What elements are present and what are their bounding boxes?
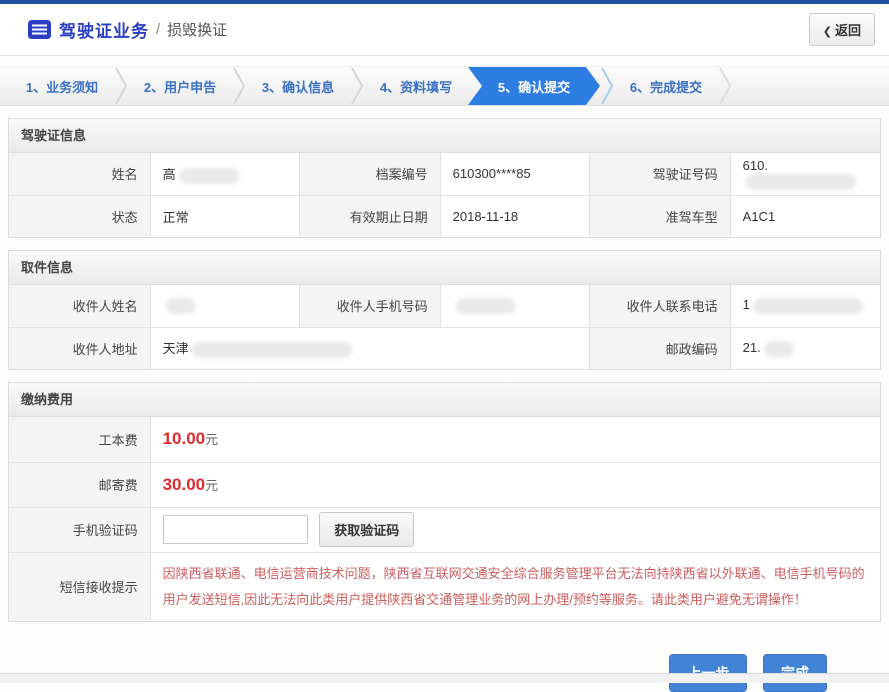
chevron-separator-icon xyxy=(350,67,364,105)
step-3-confirm-info[interactable]: 3、确认信息 xyxy=(246,67,350,105)
bottom-strip xyxy=(0,673,889,683)
recipient-address-value: 天津 xyxy=(150,327,589,369)
valid-until-value: 2018-11-18 xyxy=(440,195,589,237)
valid-until-label: 有效期止日期 xyxy=(299,195,440,237)
status-label: 状态 xyxy=(9,195,150,237)
table-row: 状态 正常 有效期止日期 2018-11-18 准驾车型 A1C1 xyxy=(9,195,880,237)
redacted-value xyxy=(764,341,794,357)
recipient-address-label: 收件人地址 xyxy=(9,327,150,369)
license-no-label: 驾驶证号码 xyxy=(589,153,730,195)
sms-note-cell: 因陕西省联通、电信运营商技术问题，陕西省互联网交通安全综合服务管理平台无法向持陕… xyxy=(150,552,880,621)
step-4-fill-data[interactable]: 4、资料填写 xyxy=(364,67,468,105)
table-row: 短信接收提示 因陕西省联通、电信运营商技术问题，陕西省互联网交通安全综合服务管理… xyxy=(9,552,880,621)
postcode-value: 21. xyxy=(730,327,880,369)
fee-amount: 10.00 xyxy=(163,429,206,448)
fee-unit: 元 xyxy=(205,478,218,493)
license-info-title: 驾驶证信息 xyxy=(9,119,880,153)
redacted-value xyxy=(753,298,863,314)
recipient-name-label: 收件人姓名 xyxy=(9,285,150,327)
table-row: 手机验证码 获取验证码 xyxy=(9,507,880,552)
chevron-separator-icon xyxy=(600,67,614,105)
fees-table: 工本费 10.00元 邮寄费 30.00元 手机验证码 获取验证码 短信接收提示… xyxy=(9,417,880,621)
license-no-value: 610. xyxy=(730,153,880,195)
file-no-value: 610300****85 xyxy=(440,153,589,195)
pickup-info-section: 取件信息 收件人姓名 收件人手机号码 收件人联系电话 1 收件人地址 天津 邮政… xyxy=(8,250,881,370)
chevron-separator-icon xyxy=(114,67,128,105)
recipient-mobile-value xyxy=(440,285,589,327)
table-row: 收件人地址 天津 邮政编码 21. xyxy=(9,327,880,369)
production-fee-value: 10.00元 xyxy=(150,417,880,462)
license-list-icon xyxy=(28,20,51,39)
sms-code-label: 手机验证码 xyxy=(9,507,150,552)
chevron-left-icon: ❮ xyxy=(823,26,832,38)
vehicle-class-value: A1C1 xyxy=(730,195,880,237)
file-no-label: 档案编号 xyxy=(299,153,440,195)
sms-code-cell: 获取验证码 xyxy=(150,507,880,552)
step-5-confirm-submit-active[interactable]: 5、确认提交 xyxy=(468,67,600,105)
breadcrumb-separator: / xyxy=(156,21,160,38)
fees-title: 缴纳费用 xyxy=(9,383,880,417)
pickup-info-table: 收件人姓名 收件人手机号码 收件人联系电话 1 收件人地址 天津 邮政编码 21… xyxy=(9,285,880,369)
recipient-phone-label: 收件人联系电话 xyxy=(589,285,730,327)
license-info-section: 驾驶证信息 姓名 高 档案编号 610300****85 驾驶证号码 610. … xyxy=(8,118,881,238)
back-button[interactable]: ❮返回 xyxy=(809,13,875,46)
license-info-table: 姓名 高 档案编号 610300****85 驾驶证号码 610. 状态 正常 … xyxy=(9,153,880,237)
vehicle-class-label: 准驾车型 xyxy=(589,195,730,237)
table-row: 收件人姓名 收件人手机号码 收件人联系电话 1 xyxy=(9,285,880,327)
fee-unit: 元 xyxy=(205,432,218,447)
breadcrumb-current: 损毁换证 xyxy=(167,19,227,40)
fees-section: 缴纳费用 工本费 10.00元 邮寄费 30.00元 手机验证码 获取验证码 短… xyxy=(8,382,881,622)
step-1-business-notice[interactable]: 1、业务须知 xyxy=(10,67,114,105)
recipient-name-value xyxy=(150,285,299,327)
sms-code-input[interactable] xyxy=(163,515,308,544)
page-title: 驾驶证业务 xyxy=(59,17,149,42)
name-label: 姓名 xyxy=(9,153,150,195)
page-header: 驾驶证业务 / 损毁换证 ❮返回 xyxy=(0,4,889,56)
status-value: 正常 xyxy=(150,195,299,237)
production-fee-label: 工本费 xyxy=(9,417,150,462)
postage-fee-label: 邮寄费 xyxy=(9,462,150,507)
step-progress-bar: 1、业务须知 2、用户申告 3、确认信息 4、资料填写 5、确认提交 6、完成提… xyxy=(0,66,889,106)
step-6-finish-submit[interactable]: 6、完成提交 xyxy=(614,67,718,105)
recipient-mobile-label: 收件人手机号码 xyxy=(299,285,440,327)
pickup-info-title: 取件信息 xyxy=(9,251,880,285)
fee-amount: 30.00 xyxy=(163,475,206,494)
table-row: 姓名 高 档案编号 610300****85 驾驶证号码 610. xyxy=(9,153,880,195)
postcode-label: 邮政编码 xyxy=(589,327,730,369)
redacted-value xyxy=(166,298,196,314)
redacted-value xyxy=(179,168,239,184)
redacted-value xyxy=(192,342,352,358)
sms-note-label: 短信接收提示 xyxy=(9,552,150,621)
back-button-label: 返回 xyxy=(835,23,861,38)
name-value: 高 xyxy=(150,153,299,195)
chevron-separator-icon xyxy=(232,67,246,105)
chevron-separator-icon xyxy=(718,67,732,105)
step-2-user-declaration[interactable]: 2、用户申告 xyxy=(128,67,232,105)
recipient-phone-value: 1 xyxy=(730,285,880,327)
table-row: 邮寄费 30.00元 xyxy=(9,462,880,507)
table-row: 工本费 10.00元 xyxy=(9,417,880,462)
sms-note-text: 因陕西省联通、电信运营商技术问题，陕西省互联网交通安全综合服务管理平台无法向持陕… xyxy=(151,553,880,621)
postage-fee-value: 30.00元 xyxy=(150,462,880,507)
redacted-value xyxy=(456,298,516,314)
redacted-value xyxy=(746,174,856,190)
get-sms-code-button[interactable]: 获取验证码 xyxy=(319,512,414,547)
